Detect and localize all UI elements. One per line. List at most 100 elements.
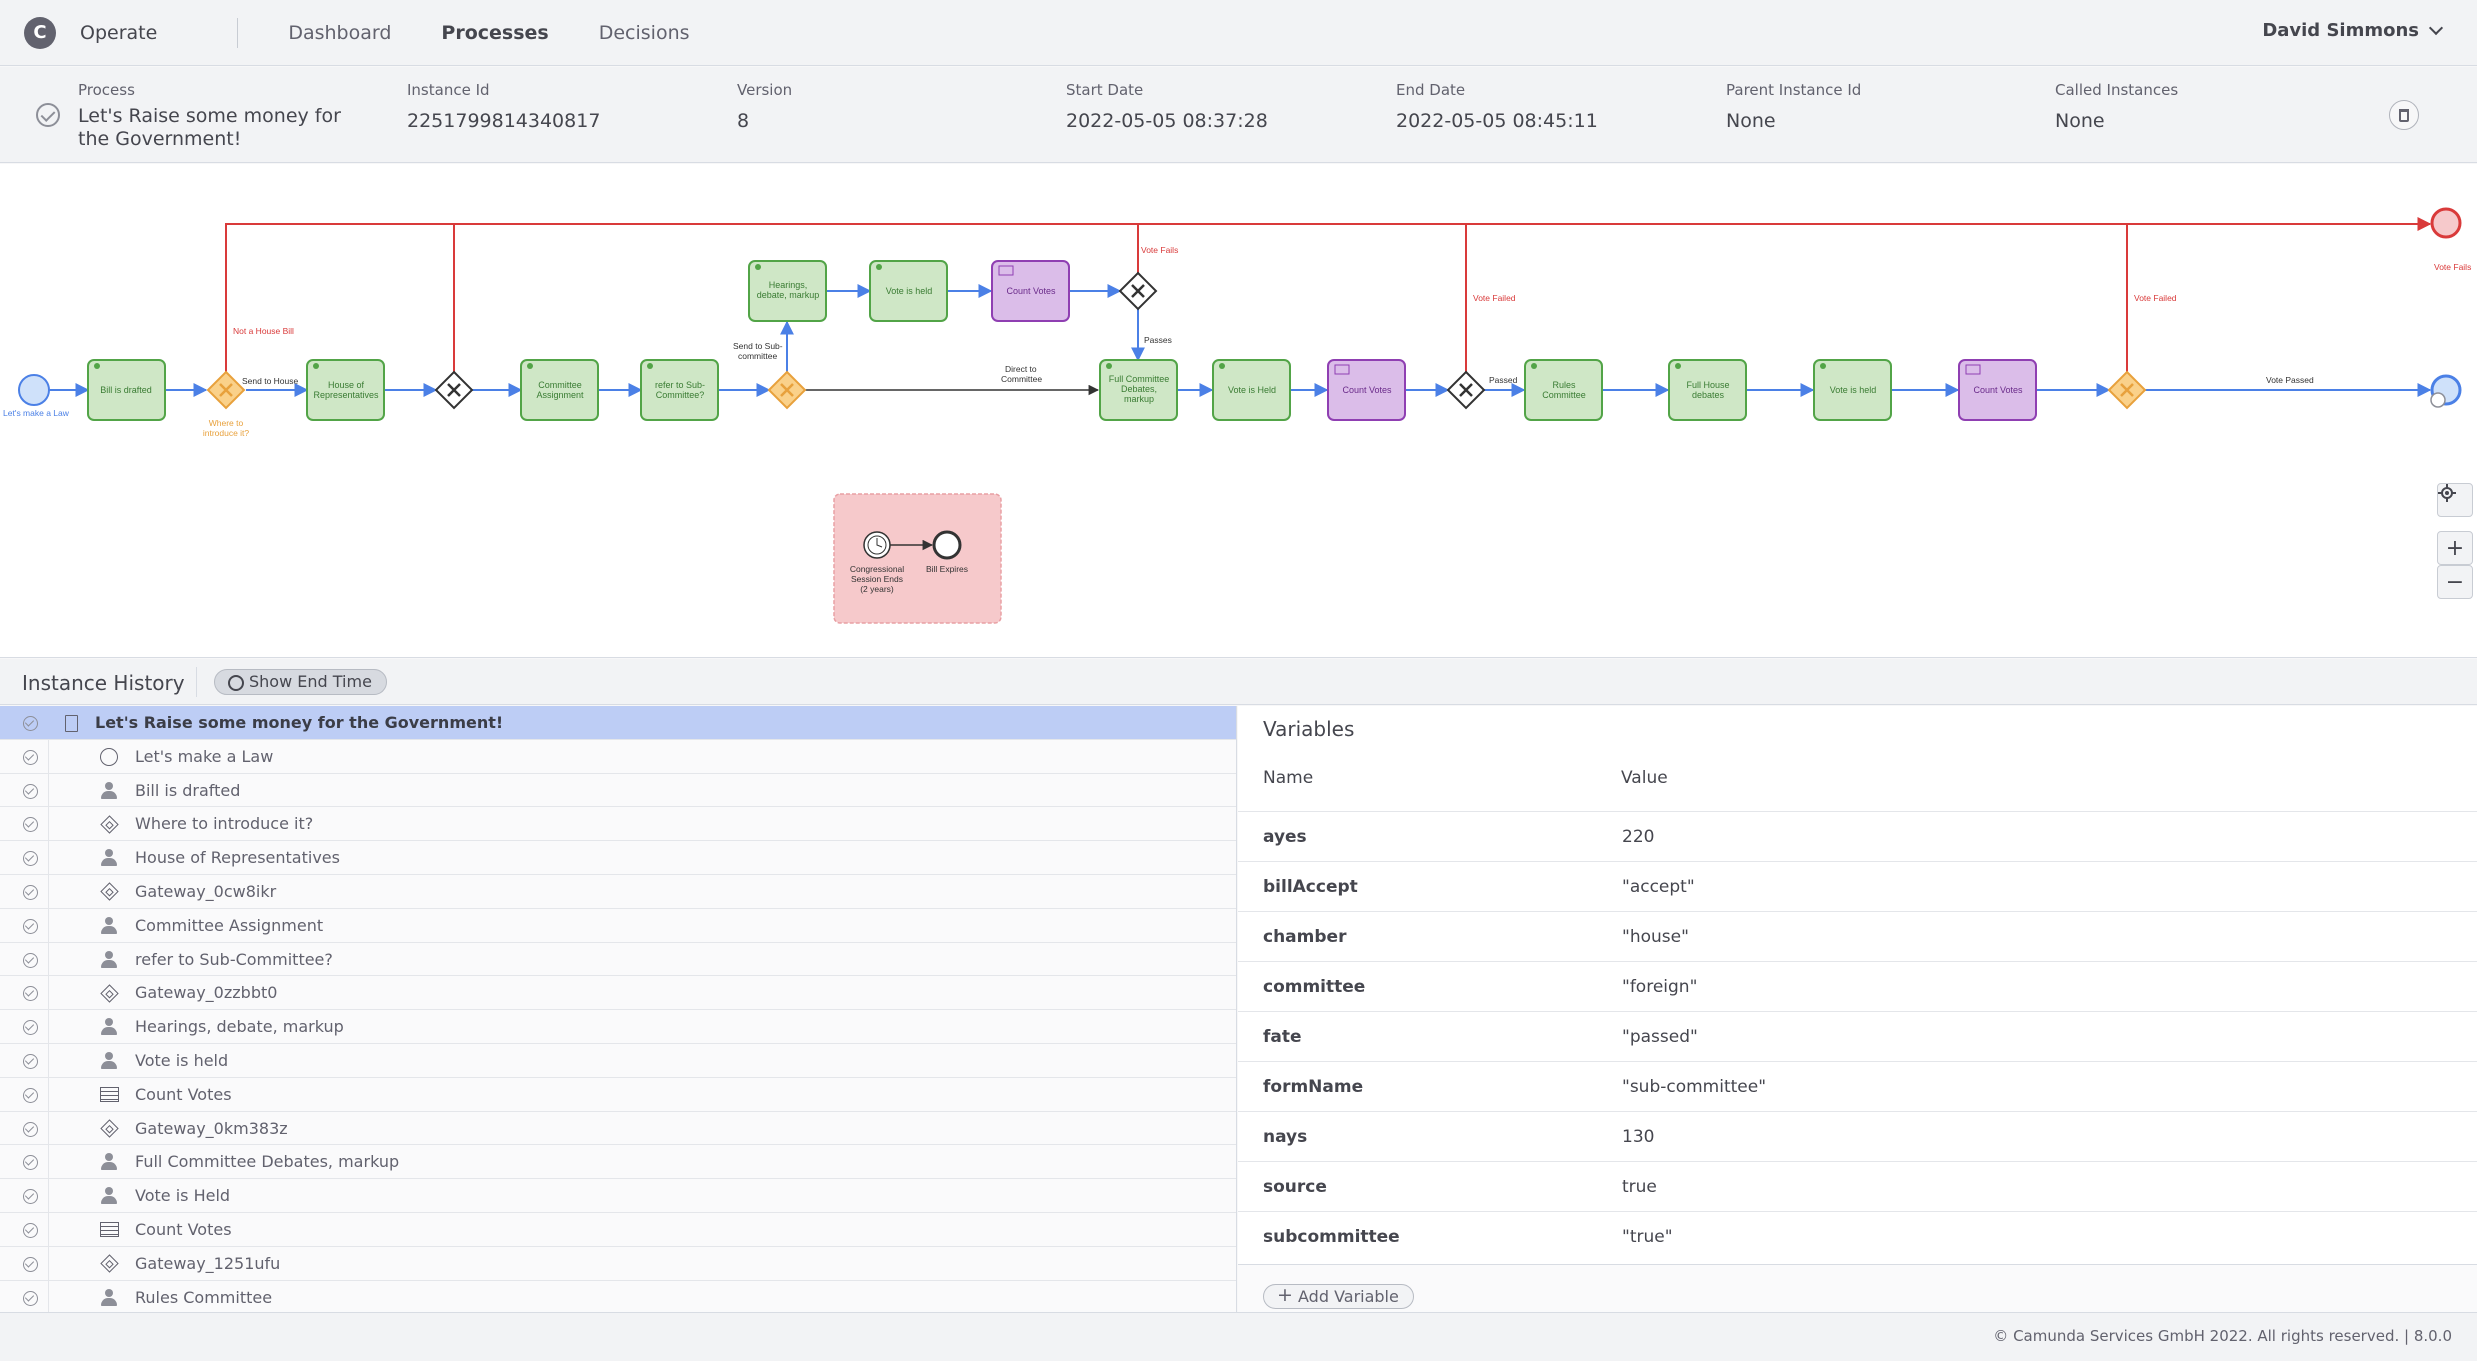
tree-indent (48, 1280, 88, 1312)
tree-indent (48, 1179, 88, 1212)
start-event-label: Let's make a Law (3, 408, 70, 418)
task-count-votes-3[interactable]: Count Votes (1958, 359, 2037, 421)
variable-row[interactable]: billAccept "accept" (1238, 861, 2477, 911)
nav-dashboard[interactable]: Dashboard (288, 22, 391, 44)
header-instance-id: Instance Id 2251799814340817 (407, 81, 600, 133)
tree-indent (48, 739, 88, 773)
gateway-icon (98, 984, 120, 1003)
history-root-row[interactable]: Let's Raise some money for the Governmen… (0, 706, 1236, 740)
camunda-logo[interactable]: C (24, 16, 56, 49)
history-row[interactable]: Rules Committee (0, 1280, 1236, 1312)
variable-row[interactable]: formName "sub-committee" (1238, 1061, 2477, 1111)
task-count-votes-2[interactable]: Count Votes (1327, 359, 1406, 421)
bill-expires-end-event (932, 530, 962, 560)
show-end-time-button[interactable]: Show End Time (214, 669, 387, 695)
gateway-label: Where to (209, 418, 244, 428)
user-name: David Simmons (2262, 20, 2419, 41)
history-row-label: Bill is drafted (135, 780, 241, 800)
history-row[interactable]: Gateway_1251ufu (0, 1246, 1236, 1281)
task-full-house[interactable]: Full House debates (1668, 359, 1747, 421)
reset-diagram-zoom-button[interactable] (2437, 483, 2473, 517)
history-row[interactable]: Hearings, debate, markup (0, 1010, 1236, 1044)
history-row[interactable]: Committee Assignment (0, 908, 1236, 943)
task-label: Rules (1552, 380, 1576, 390)
history-row[interactable]: Vote is Held (0, 1179, 1236, 1213)
history-row[interactable]: Vote is held (0, 1043, 1236, 1078)
history-row[interactable]: Gateway_0km383z (0, 1111, 1236, 1146)
tree-indent (48, 1010, 88, 1043)
copyright-text: © Camunda Services GmbH 2022. All rights… (1993, 1327, 2452, 1345)
history-row[interactable]: Gateway_0cw8ikr (0, 874, 1236, 909)
history-row[interactable]: Count Votes (0, 1212, 1236, 1247)
variable-row[interactable]: ayes 220 (1238, 811, 2477, 861)
gateway-0km383z[interactable] (1118, 271, 1158, 311)
app-brand-operate[interactable]: Operate (80, 22, 157, 44)
variable-row[interactable]: subcommittee "true" (1238, 1211, 2477, 1261)
delete-instance-button[interactable] (2389, 100, 2419, 130)
gateway-final[interactable] (2107, 370, 2147, 410)
variable-value: "sub-committee" (1622, 1077, 1767, 1097)
gateway-icon (98, 882, 120, 902)
task-hearings[interactable]: Hearings, debate, markup (748, 260, 827, 322)
variable-row[interactable]: source true (1238, 1161, 2477, 1211)
nav-decisions[interactable]: Decisions (599, 22, 690, 44)
flow-label: Send to House (242, 376, 299, 386)
crosshair-icon (2438, 484, 2456, 502)
zoom-out-button[interactable]: − (2437, 565, 2473, 599)
user-menu[interactable]: David Simmons (2262, 20, 2444, 41)
nav-divider (237, 17, 239, 48)
gateway-0zzbbt0[interactable] (767, 370, 807, 410)
zoom-in-button[interactable]: + (2437, 531, 2473, 565)
history-row[interactable]: Where to introduce it? (0, 807, 1236, 842)
task-vote-is-held-3[interactable]: Vote is held (1813, 359, 1892, 421)
event-subprocess-session-ends[interactable]: Congressional Session Ends (2 years) Bil… (833, 493, 1002, 624)
variable-row[interactable]: nays 130 (1238, 1111, 2477, 1161)
history-row[interactable]: Gateway_0zzbbt0 (0, 976, 1236, 1011)
history-row-label: Gateway_0cw8ikr (135, 881, 277, 901)
task-label: Committee (538, 380, 582, 390)
task-vote-is-held-2[interactable]: Vote is Held (1212, 359, 1291, 421)
gateway-0cw8ikr[interactable] (434, 370, 474, 410)
variable-row[interactable]: committee "foreign" (1238, 961, 2477, 1011)
history-row[interactable]: refer to Sub-Committee? (0, 942, 1236, 977)
history-row[interactable]: Full Committee Debates, markup (0, 1145, 1236, 1180)
nav-processes[interactable]: Processes (441, 22, 548, 44)
variable-row[interactable]: chamber "house" (1238, 911, 2477, 961)
instance-history-title: Instance History (22, 671, 185, 695)
completed-check-icon (23, 986, 38, 1002)
task-rules-committee[interactable]: Rules Committee (1524, 359, 1603, 421)
task-bill-drafted[interactable]: Bill is drafted (87, 359, 166, 421)
variable-row[interactable]: fate "passed" (1238, 1011, 2477, 1061)
gateway-1251ufu[interactable] (1446, 370, 1486, 410)
header-label: Instance Id (407, 81, 490, 99)
flow-label: Vote Fails (1141, 245, 1178, 255)
process-name: Let's Raise some money for the Governmen… (78, 105, 341, 150)
tree-indent (48, 976, 88, 1010)
history-row[interactable]: Bill is drafted (0, 773, 1236, 808)
task-label: Hearings, (769, 280, 808, 290)
history-row[interactable]: Count Votes (0, 1077, 1236, 1112)
task-refer-sub-committee[interactable]: refer to Sub- Committee? (640, 359, 719, 421)
history-row-label: Vote is held (135, 1050, 229, 1070)
task-house-of-representatives[interactable]: House of Representatives (306, 359, 385, 421)
process-diagram[interactable]: Not a House Bill Send to House Send to S… (0, 164, 2477, 658)
tree-indent (48, 908, 88, 942)
end-event-vote-fails[interactable] (2430, 207, 2462, 239)
history-row[interactable]: House of Representatives (0, 841, 1236, 875)
add-variable-button[interactable]: Add Variable (1263, 1284, 1414, 1309)
bpmn-canvas[interactable]: Not a House Bill Send to House Send to S… (0, 164, 2477, 658)
start-event[interactable]: Let's make a Law (3, 374, 70, 418)
gateway-icon (98, 815, 120, 834)
end-event-passed[interactable] (2430, 374, 2462, 408)
flow-label: Passes (1144, 335, 1172, 345)
variable-name: committee (1263, 977, 1366, 997)
task-vote-is-held-1[interactable]: Vote is held (869, 260, 948, 322)
task-label: debate, markup (757, 290, 820, 300)
task-full-committee[interactable]: Full Committee Debates, markup (1099, 359, 1178, 421)
user-task-icon (98, 950, 120, 969)
task-committee-assignment[interactable]: Committee Assignment (520, 359, 599, 421)
variable-value: "accept" (1622, 877, 1695, 897)
task-count-votes-1[interactable]: Count Votes (991, 260, 1070, 322)
history-row[interactable]: Let's make a Law (0, 739, 1236, 774)
variable-name: subcommittee (1263, 1227, 1400, 1247)
